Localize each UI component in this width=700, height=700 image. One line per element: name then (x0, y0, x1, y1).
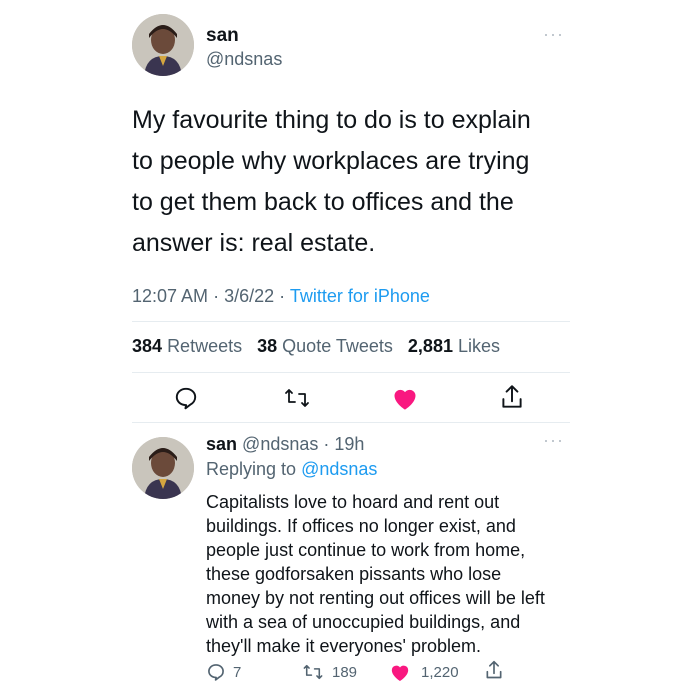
reply-text-line: buildings. If offices no longer exist, a… (206, 516, 516, 536)
source-link[interactable]: Twitter for iPhone (290, 286, 430, 306)
reply-text-line: with a sea of unoccupied buildings, and (206, 612, 521, 632)
replying-to: Replying to @ndsnas (206, 459, 377, 480)
reply-avatar[interactable] (132, 437, 194, 499)
reply-text-line: these godforsaken pissants who lose (206, 564, 502, 584)
tweet-text-line: to people why workplaces are trying (132, 147, 530, 175)
reply-text-line: money by not renting out offices will be… (206, 588, 545, 608)
tweet-text-line: answer is: real estate. (132, 229, 376, 257)
divider (132, 372, 570, 373)
like-icon (389, 662, 411, 682)
reply-icon[interactable] (173, 385, 199, 411)
more-icon[interactable]: ··· (543, 430, 564, 451)
retweet-icon[interactable] (283, 385, 311, 411)
timestamp[interactable]: 12:07 AM (132, 286, 208, 306)
like-icon[interactable] (391, 385, 419, 411)
reply-count: 7 (233, 663, 242, 681)
retweet-count: 189 (332, 663, 358, 681)
tweet-stats: 384 Retweets 38 Quote Tweets 2,881 Likes (132, 336, 500, 357)
divider (132, 321, 570, 322)
reply-age[interactable]: 19h (334, 434, 364, 454)
quotes-stat[interactable]: 38 Quote Tweets (257, 336, 393, 356)
reply-text-line: Capitalists love to hoard and rent out (206, 492, 500, 512)
more-icon[interactable]: ··· (543, 24, 564, 45)
retweets-stat[interactable]: 384 Retweets (132, 336, 242, 356)
reply-icon (206, 662, 226, 682)
reply-header: san @ndsnas · 19h (206, 434, 364, 455)
tweet-meta: 12:07 AM · 3/6/22 · Twitter for iPhone (132, 286, 430, 307)
display-name[interactable]: san (206, 25, 239, 47)
likes-stat[interactable]: 2,881 Likes (408, 336, 500, 356)
handle[interactable]: @ndsnas (206, 49, 282, 70)
reply-handle[interactable]: @ndsnas (242, 434, 318, 454)
avatar[interactable] (132, 14, 194, 76)
like-action[interactable]: 1,220 (389, 662, 459, 682)
retweet-action[interactable]: 189 (302, 662, 357, 682)
separator: · (323, 434, 330, 454)
replying-label: Replying to (206, 459, 297, 479)
date[interactable]: 3/6/22 (224, 286, 274, 306)
share-icon[interactable] (499, 383, 525, 411)
tweet-text: My favourite thing to do is to explain t… (132, 100, 652, 264)
reply-action[interactable]: 7 (206, 662, 241, 682)
reply-text: Capitalists love to hoard and rent out b… (206, 490, 586, 658)
tweet-text-line: My favourite thing to do is to explain (132, 106, 531, 134)
retweet-icon (302, 662, 324, 682)
replying-handle-link[interactable]: @ndsnas (301, 459, 377, 479)
separator: · (213, 286, 220, 306)
separator: · (279, 286, 286, 306)
divider (132, 422, 570, 423)
reply-text-line: people just continue to work from home, (206, 540, 526, 560)
like-count: 1,220 (421, 663, 459, 681)
share-icon[interactable] (484, 659, 504, 681)
reply-display-name[interactable]: san (206, 434, 237, 454)
reply-text-line: they'll make it everyones' problem. (206, 636, 481, 656)
tweet-text-line: to get them back to offices and the (132, 188, 514, 216)
